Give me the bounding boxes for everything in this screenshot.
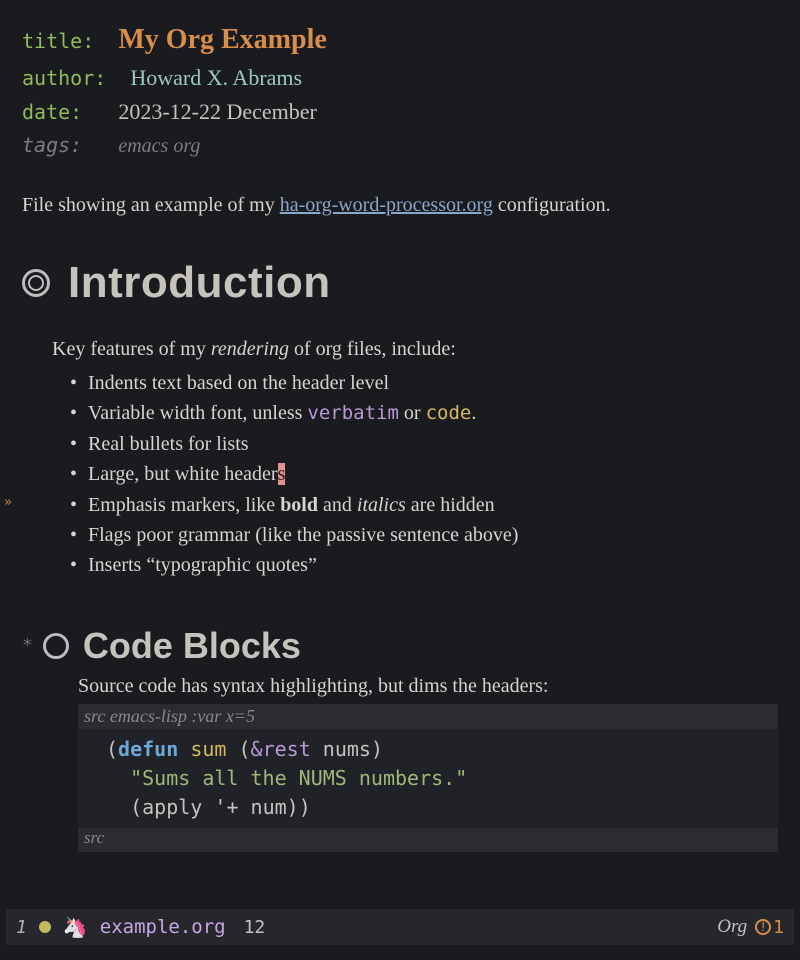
meta-key-author: author	[22, 66, 94, 90]
line-number: 12	[244, 917, 266, 938]
flycheck-error-count[interactable]: ! 1	[755, 917, 784, 938]
buffer-filename[interactable]: example.org	[100, 916, 226, 938]
heading-text: Code Blocks	[83, 625, 301, 667]
unicorn-icon: 🦄	[63, 915, 88, 939]
features-intro: Key features of my rendering of org file…	[52, 334, 778, 364]
list-item: Inserts “typographic quotes”	[70, 550, 778, 580]
verbatim-text: verbatim	[307, 402, 399, 424]
fold-bullet-icon[interactable]	[43, 633, 69, 659]
code-text: code	[426, 402, 472, 424]
list-item: Large, but white headers	[70, 459, 778, 489]
document-title: My Org Example	[118, 24, 326, 55]
meta-author-line: author: Howard X. Abrams	[22, 61, 778, 95]
document-tags: emacs org	[118, 135, 200, 157]
window-number[interactable]: 1	[16, 917, 27, 938]
meta-key-date: date	[22, 100, 70, 124]
src-note: Source code has syntax highlighting, but…	[78, 675, 778, 698]
intro-paragraph: File showing an example of my ha-org-wor…	[22, 190, 778, 220]
list-item: Indents text based on the header level	[70, 368, 778, 398]
src-begin-line: src emacs-lisp :var x=5	[78, 704, 778, 729]
modeline[interactable]: 1 🦄 example.org 12 Org ! 1	[0, 908, 800, 960]
fold-bullet-icon[interactable]	[22, 269, 50, 297]
src-end-line: src	[78, 828, 778, 852]
intro-body: Key features of my rendering of org file…	[52, 334, 778, 581]
meta-key-title: title	[22, 29, 82, 53]
meta-date-line: date: 2023-12-22 December	[22, 95, 778, 129]
config-link[interactable]: ha-org-word-processor.org	[280, 194, 493, 216]
meta-key-tags: tags	[22, 133, 70, 157]
modified-indicator-icon	[39, 921, 51, 933]
heading-code-blocks[interactable]: * Code Blocks	[22, 625, 778, 667]
meta-title-line: title: My Org Example	[22, 18, 778, 61]
heading-text: Introduction	[68, 258, 331, 308]
document-date: 2023-12-22 December	[118, 99, 317, 124]
document-author: Howard X. Abrams	[130, 65, 302, 90]
text-cursor: s	[278, 463, 286, 485]
major-mode[interactable]: Org	[717, 916, 747, 938]
editor-buffer[interactable]: title: My Org Example author: Howard X. …	[0, 0, 800, 908]
code-block[interactable]: (defun sum (&rest nums) "Sums all the NU…	[78, 729, 778, 828]
meta-tags-line: tags: emacs org	[22, 130, 778, 162]
org-star-icon: *	[22, 635, 33, 656]
list-item: Real bullets for lists	[70, 429, 778, 459]
warning-icon: !	[755, 919, 771, 935]
src-section: Source code has syntax highlighting, but…	[78, 675, 778, 852]
list-item: Variable width font, unless verbatim or …	[70, 398, 778, 428]
heading-introduction[interactable]: Introduction	[22, 258, 778, 308]
features-list: Indents text based on the header level V…	[70, 368, 778, 581]
fringe-indicator-icon: »	[4, 493, 12, 513]
list-item: Flags poor grammar (like the passive sen…	[70, 520, 778, 550]
list-item: Emphasis markers, like bold and italics …	[70, 490, 778, 520]
